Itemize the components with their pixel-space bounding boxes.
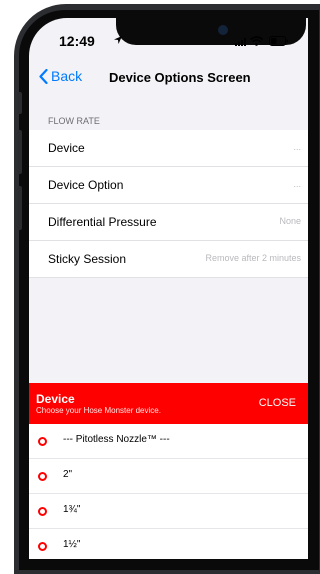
settings-row-device-option[interactable]: Device Option ...	[29, 167, 308, 204]
mute-switch	[17, 92, 22, 114]
row-label: Differential Pressure	[48, 215, 157, 229]
radio-unselected-icon	[38, 507, 47, 516]
settings-row-device[interactable]: Device ...	[29, 130, 308, 167]
device-options-list: --- Pitotless Nozzle™ --- 2" 1¾" 1½"	[29, 424, 308, 559]
wifi-icon	[250, 36, 263, 46]
row-value: ...	[293, 142, 301, 152]
option-label: 2"	[63, 469, 73, 480]
status-bar: 12:49	[29, 18, 308, 62]
row-label: Device Option	[48, 178, 124, 192]
option-2-inch[interactable]: 2"	[29, 459, 308, 494]
option-label: --- Pitotless Nozzle™ ---	[63, 434, 170, 445]
row-label: Device	[48, 141, 85, 155]
option-1-1-2-inch[interactable]: 1½"	[29, 529, 308, 559]
option-label: 1¾"	[63, 504, 81, 515]
option-1-3-4-inch[interactable]: 1¾"	[29, 494, 308, 529]
settings-row-sticky-session[interactable]: Sticky Session Remove after 2 minutes	[29, 241, 308, 278]
page-title: Device Options Screen	[109, 70, 251, 85]
volume-down-button	[17, 186, 22, 230]
cellular-signal-icon	[235, 38, 246, 46]
row-value: None	[279, 216, 301, 226]
row-label: Sticky Session	[48, 252, 127, 266]
close-button[interactable]: CLOSE	[259, 397, 296, 409]
picker-sheet-header: Device Choose your Hose Monster device. …	[29, 383, 308, 424]
picker-subtitle: Choose your Hose Monster device.	[36, 406, 161, 415]
back-button[interactable]: Back	[39, 68, 82, 84]
back-label: Back	[51, 68, 83, 84]
radio-unselected-icon	[38, 472, 47, 481]
settings-list: Device ... Device Option ... Differentia…	[29, 130, 308, 278]
option-pitotless-nozzle[interactable]: --- Pitotless Nozzle™ ---	[29, 424, 308, 459]
location-arrow-icon	[114, 36, 122, 44]
chevron-left-icon	[39, 68, 48, 84]
option-label: 1½"	[63, 539, 81, 550]
row-value: ...	[293, 179, 301, 189]
radio-unselected-icon	[38, 542, 47, 551]
navigation-bar: Back Device Options Screen	[29, 62, 308, 94]
row-value: Remove after 2 minutes	[205, 253, 301, 263]
battery-icon	[269, 36, 288, 46]
section-header-flow-rate: FLOW RATE	[48, 116, 100, 126]
volume-up-button	[17, 130, 22, 174]
radio-unselected-icon	[38, 437, 47, 446]
status-time: 12:49	[59, 33, 95, 49]
settings-row-differential-pressure[interactable]: Differential Pressure None	[29, 204, 308, 241]
phone-screen: 12:49 Back Device Options Screen FLOW RA…	[29, 18, 308, 559]
picker-title: Device	[36, 392, 75, 406]
